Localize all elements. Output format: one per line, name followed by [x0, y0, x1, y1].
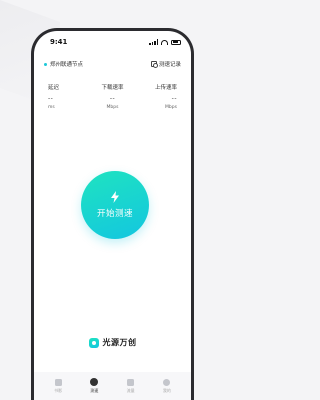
tab-label: 我的: [162, 387, 171, 393]
metric-value: --: [109, 95, 116, 102]
metric-label: 延迟: [48, 85, 60, 91]
tab-books[interactable]: 书影: [44, 378, 72, 394]
app-screen: 9:41 郑州联通节点 测速记录 延迟 -- ms 下载速率 -- Mbps 上…: [34, 31, 191, 400]
speedometer-icon: [90, 378, 99, 386]
metric-latency: 延迟 -- ms: [48, 83, 88, 110]
history-icon: [150, 61, 158, 68]
battery-icon: [171, 39, 181, 45]
metric-unit: Mbps: [106, 105, 119, 110]
tab-label: 书影: [54, 387, 63, 393]
status-icons: [149, 39, 181, 45]
top-row: 郑州联通节点 测速记录: [34, 53, 191, 69]
status-time: 9:41: [50, 38, 68, 46]
status-bar: 9:41: [34, 31, 191, 53]
metric-unit: ms: [48, 105, 55, 110]
brand: 光源万创: [34, 337, 191, 348]
tab-speed-test[interactable]: 测速: [80, 378, 108, 394]
phone-frame: 9:41 郑州联通节点 测速记录 延迟 -- ms 下载速率 -- Mbps 上…: [31, 28, 194, 400]
metric-value: --: [171, 95, 177, 102]
start-test-button[interactable]: 开始测速: [81, 171, 149, 239]
metric-label: 下载速率: [101, 85, 124, 91]
speed-records-label: 测速记录: [158, 62, 181, 68]
tab-label: 流量: [126, 387, 135, 393]
node-selector[interactable]: 郑州联通节点: [44, 60, 83, 68]
document-icon: [54, 378, 62, 386]
metric-value: --: [48, 95, 54, 102]
metric-unit: Mbps: [165, 105, 177, 110]
node-status-dot-icon: [44, 62, 47, 66]
wifi-icon: [161, 39, 168, 45]
tab-label: 测速: [90, 388, 99, 393]
tab-profile[interactable]: 我的: [153, 378, 181, 394]
brand-logo-icon: [88, 337, 99, 348]
tab-bar: 书影 测速 流量 我的: [34, 372, 191, 400]
cellular-signal-icon: [149, 39, 158, 45]
person-icon: [163, 378, 171, 386]
metric-label: 上传速率: [154, 85, 177, 91]
lightning-icon: [111, 191, 119, 203]
tab-traffic[interactable]: 流量: [117, 378, 145, 394]
node-label: 郑州联通节点: [50, 62, 84, 68]
box-icon: [127, 378, 135, 386]
metric-download: 下载速率 -- Mbps: [93, 83, 133, 110]
brand-name: 光源万创: [102, 338, 137, 347]
speed-records-button[interactable]: 测速记录: [150, 60, 181, 68]
metrics-panel: 延迟 -- ms 下载速率 -- Mbps 上传速率 -- Mbps: [34, 69, 191, 110]
metric-upload: 上传速率 -- Mbps: [137, 83, 177, 110]
start-test-label: 开始测速: [96, 209, 133, 219]
